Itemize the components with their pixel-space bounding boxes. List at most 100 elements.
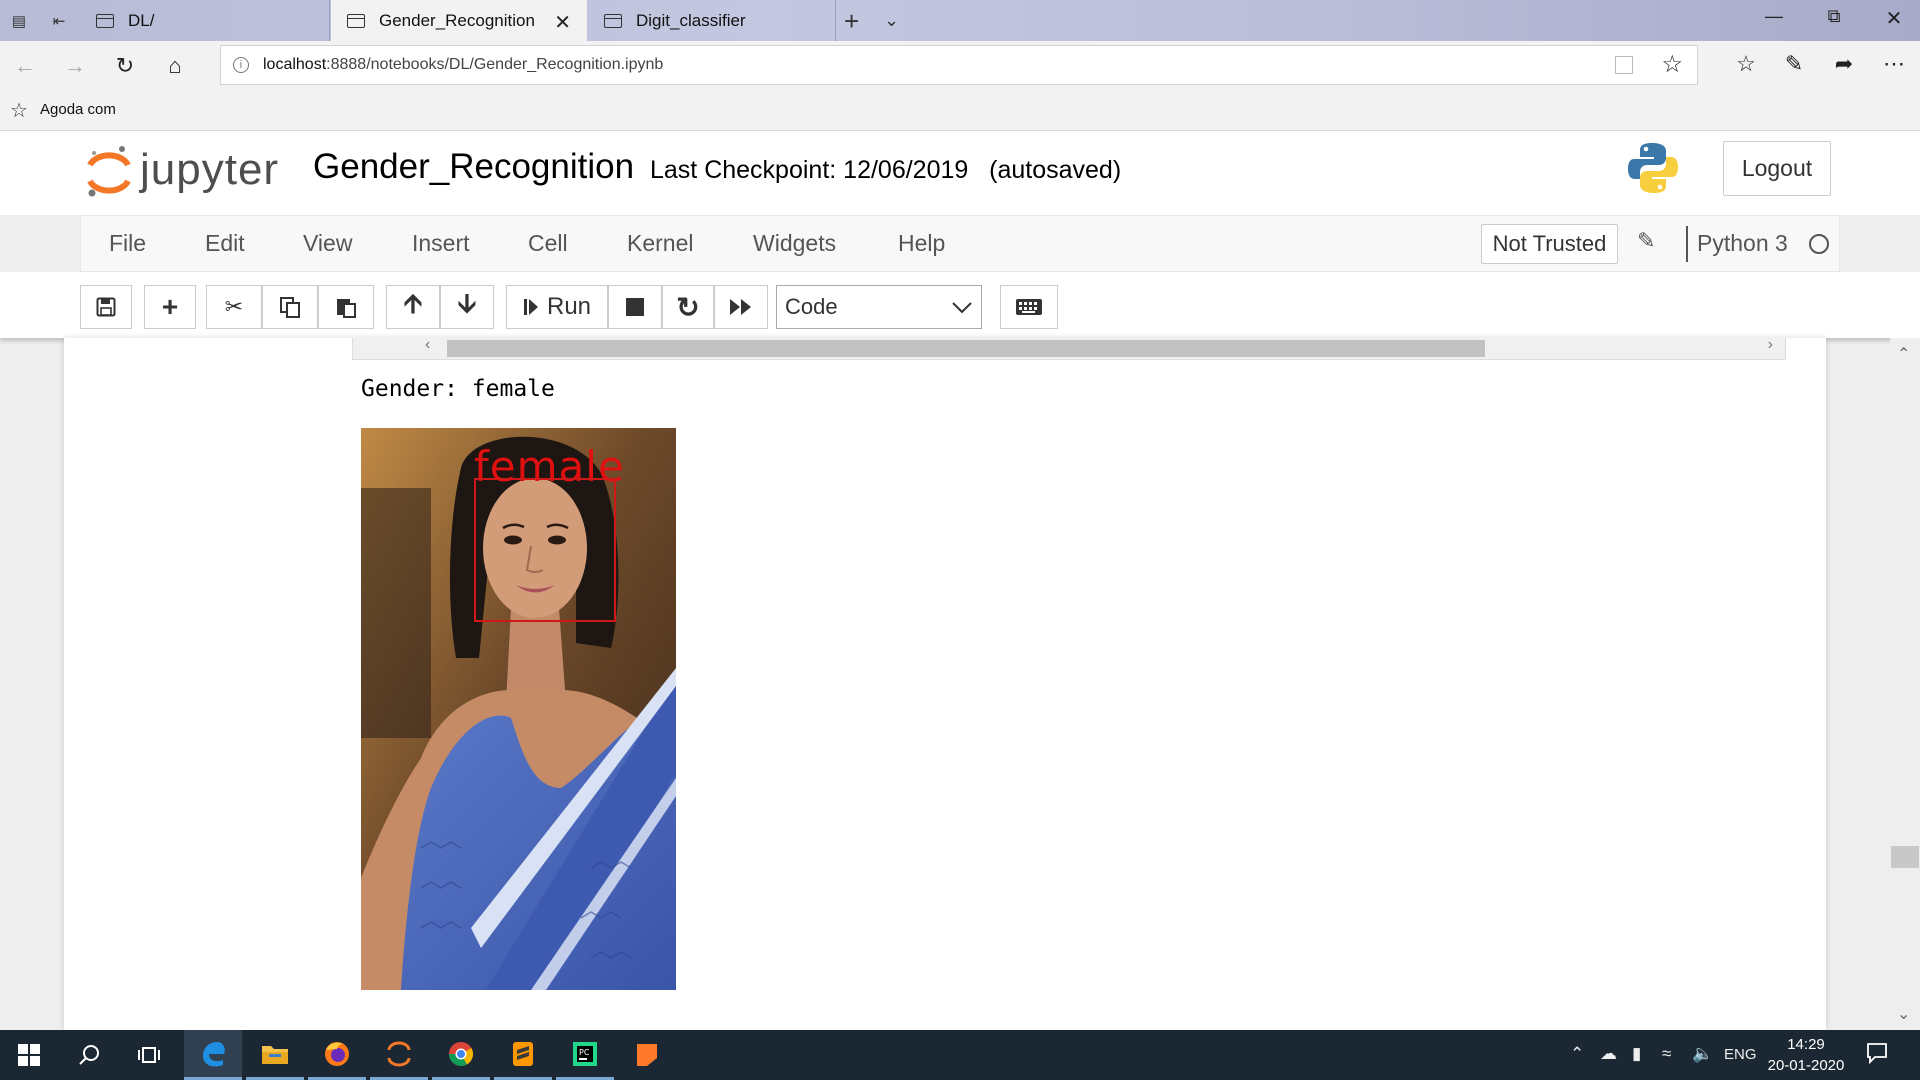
more-menu-icon[interactable]: ⋯: [1879, 51, 1909, 77]
favorites-hub-icon[interactable]: ☆: [1731, 51, 1761, 77]
restart-kernel-button[interactable]: ↻: [662, 285, 714, 329]
scroll-right-icon[interactable]: ›: [1768, 336, 1773, 354]
menu-kernel[interactable]: Kernel: [627, 230, 693, 257]
menu-view[interactable]: View: [303, 230, 352, 257]
browser-tab-bar: ▤ ⇤ DL/ Gender_Recognition ✕ Digit_class…: [0, 0, 1920, 41]
tab-digit-classifier[interactable]: Digit_classifier: [588, 0, 836, 41]
firefox-icon: [325, 1041, 349, 1066]
chrome-icon: [449, 1041, 474, 1066]
notebook-title[interactable]: Gender_Recognition: [313, 147, 634, 187]
insert-cell-button[interactable]: +: [144, 285, 196, 329]
folder-icon: [262, 1045, 288, 1064]
volume-icon[interactable]: 🔈: [1692, 1044, 1713, 1064]
menu-widgets[interactable]: Widgets: [753, 230, 836, 257]
python-logo-icon: [1628, 143, 1678, 193]
save-button[interactable]: [80, 285, 132, 329]
tab-preview-chevron-icon[interactable]: ⌄: [884, 10, 899, 31]
task-view-button[interactable]: [120, 1030, 178, 1080]
plus-icon: +: [161, 291, 179, 322]
taskbar-chrome[interactable]: [432, 1030, 490, 1080]
share-icon[interactable]: ➦: [1829, 51, 1859, 77]
action-center-icon[interactable]: [1866, 1042, 1888, 1069]
notebook-page: [64, 338, 1826, 1030]
favorite-item-agoda[interactable]: Agoda com: [40, 101, 116, 118]
interrupt-button[interactable]: [608, 285, 662, 329]
onedrive-icon[interactable]: ☁: [1600, 1044, 1617, 1064]
cut-button[interactable]: ✂: [206, 285, 262, 329]
minimize-icon[interactable]: —: [1751, 6, 1797, 27]
show-hidden-icons-icon[interactable]: ⌃: [1570, 1044, 1584, 1064]
taskbar-jupyter[interactable]: [370, 1030, 428, 1080]
pen-notes-icon[interactable]: ✎: [1779, 51, 1809, 77]
tab-gender-recognition[interactable]: Gender_Recognition ✕: [331, 0, 587, 41]
menu-file[interactable]: File: [109, 230, 146, 257]
url-field[interactable]: i localhost:8888/notebooks/DL/Gender_Rec…: [220, 45, 1698, 85]
move-up-button[interactable]: 🡩: [386, 285, 440, 329]
logout-button[interactable]: Logout: [1723, 141, 1831, 196]
scrollbar-thumb[interactable]: [447, 340, 1485, 357]
jupyter-logo-icon: [87, 146, 131, 197]
refresh-icon[interactable]: ↻: [110, 51, 140, 81]
home-icon[interactable]: ⌂: [160, 51, 190, 81]
taskbar-pycharm[interactable]: PC: [556, 1030, 614, 1080]
battery-icon[interactable]: ▮: [1632, 1044, 1641, 1064]
taskbar-edge[interactable]: [184, 1030, 242, 1080]
wifi-icon[interactable]: ≈: [1662, 1044, 1671, 1064]
taskbar-file-explorer[interactable]: [246, 1030, 304, 1080]
cell-type-select[interactable]: Code: [776, 285, 982, 329]
clock-time: 14:29: [1787, 1036, 1825, 1053]
language-indicator[interactable]: ENG: [1724, 1046, 1757, 1063]
face-bounding-box: [474, 478, 616, 622]
cell-output-text: Gender: female: [361, 376, 555, 402]
notebook-toolbar: + ✂ 🡩 🡫 Run ↻ Code: [0, 272, 1920, 338]
menu-insert[interactable]: Insert: [412, 230, 470, 257]
move-down-button[interactable]: 🡫: [440, 285, 494, 329]
restore-tabs-icon[interactable]: ⇤: [46, 8, 72, 34]
search-button[interactable]: [60, 1030, 118, 1080]
tab-label: Digit_classifier: [636, 10, 746, 30]
forward-icon[interactable]: →: [60, 51, 90, 81]
jupyter-logo[interactable]: jupyter: [84, 143, 284, 203]
keyboard-icon: [1016, 299, 1042, 315]
sublime-icon: [513, 1041, 533, 1066]
tab-dl[interactable]: DL/: [80, 0, 330, 41]
scroll-down-icon[interactable]: ⌄: [1897, 1004, 1910, 1024]
favorite-star-icon[interactable]: ☆: [1661, 50, 1683, 79]
scroll-left-icon[interactable]: ‹: [425, 336, 430, 354]
taskbar-sticky-notes[interactable]: [618, 1030, 676, 1080]
checkpoint-status: Last Checkpoint: 12/06/2019 (autosaved): [650, 156, 1122, 184]
arrow-up-icon: 🡩: [403, 288, 423, 318]
page-icon: [96, 13, 114, 28]
command-palette-button[interactable]: [1000, 285, 1058, 329]
copy-button[interactable]: [262, 285, 318, 329]
run-label: Run: [546, 293, 592, 320]
page-icon: [604, 13, 622, 28]
menu-edit[interactable]: Edit: [205, 230, 245, 257]
site-info-icon[interactable]: i: [233, 57, 249, 73]
taskbar-sublime[interactable]: [494, 1030, 552, 1080]
svg-text:PC: PC: [579, 1048, 590, 1057]
not-trusted-button[interactable]: Not Trusted: [1481, 224, 1618, 264]
restart-run-all-button[interactable]: [714, 285, 768, 329]
close-window-icon[interactable]: ✕: [1871, 6, 1917, 31]
close-tab-icon[interactable]: ✕: [554, 10, 571, 35]
back-icon[interactable]: ←: [10, 51, 40, 81]
menu-cell[interactable]: Cell: [528, 230, 568, 257]
set-aside-tabs-icon[interactable]: ▤: [6, 8, 32, 34]
run-button[interactable]: Run: [506, 285, 608, 329]
page-vertical-scrollbar[interactable]: ⌃ ⌄: [1890, 338, 1920, 1030]
new-tab-icon[interactable]: +: [844, 6, 859, 37]
reading-view-icon[interactable]: [1615, 56, 1633, 74]
taskbar-firefox[interactable]: [308, 1030, 366, 1080]
paste-button[interactable]: [318, 285, 374, 329]
menu-help[interactable]: Help: [898, 230, 945, 257]
scroll-up-icon[interactable]: ⌃: [1897, 344, 1910, 364]
edge-icon: [203, 1041, 225, 1067]
favorite-star-icon: ☆: [10, 100, 28, 122]
kernel-name[interactable]: Python 3: [1697, 230, 1788, 257]
restore-window-icon[interactable]: ⧉: [1811, 6, 1857, 27]
scrollbar-thumb[interactable]: [1891, 846, 1919, 868]
system-clock[interactable]: 14:29 20-01-2020: [1764, 1034, 1848, 1076]
start-button[interactable]: [0, 1030, 58, 1080]
output-horizontal-scrollbar[interactable]: ‹ ›: [352, 336, 1786, 360]
